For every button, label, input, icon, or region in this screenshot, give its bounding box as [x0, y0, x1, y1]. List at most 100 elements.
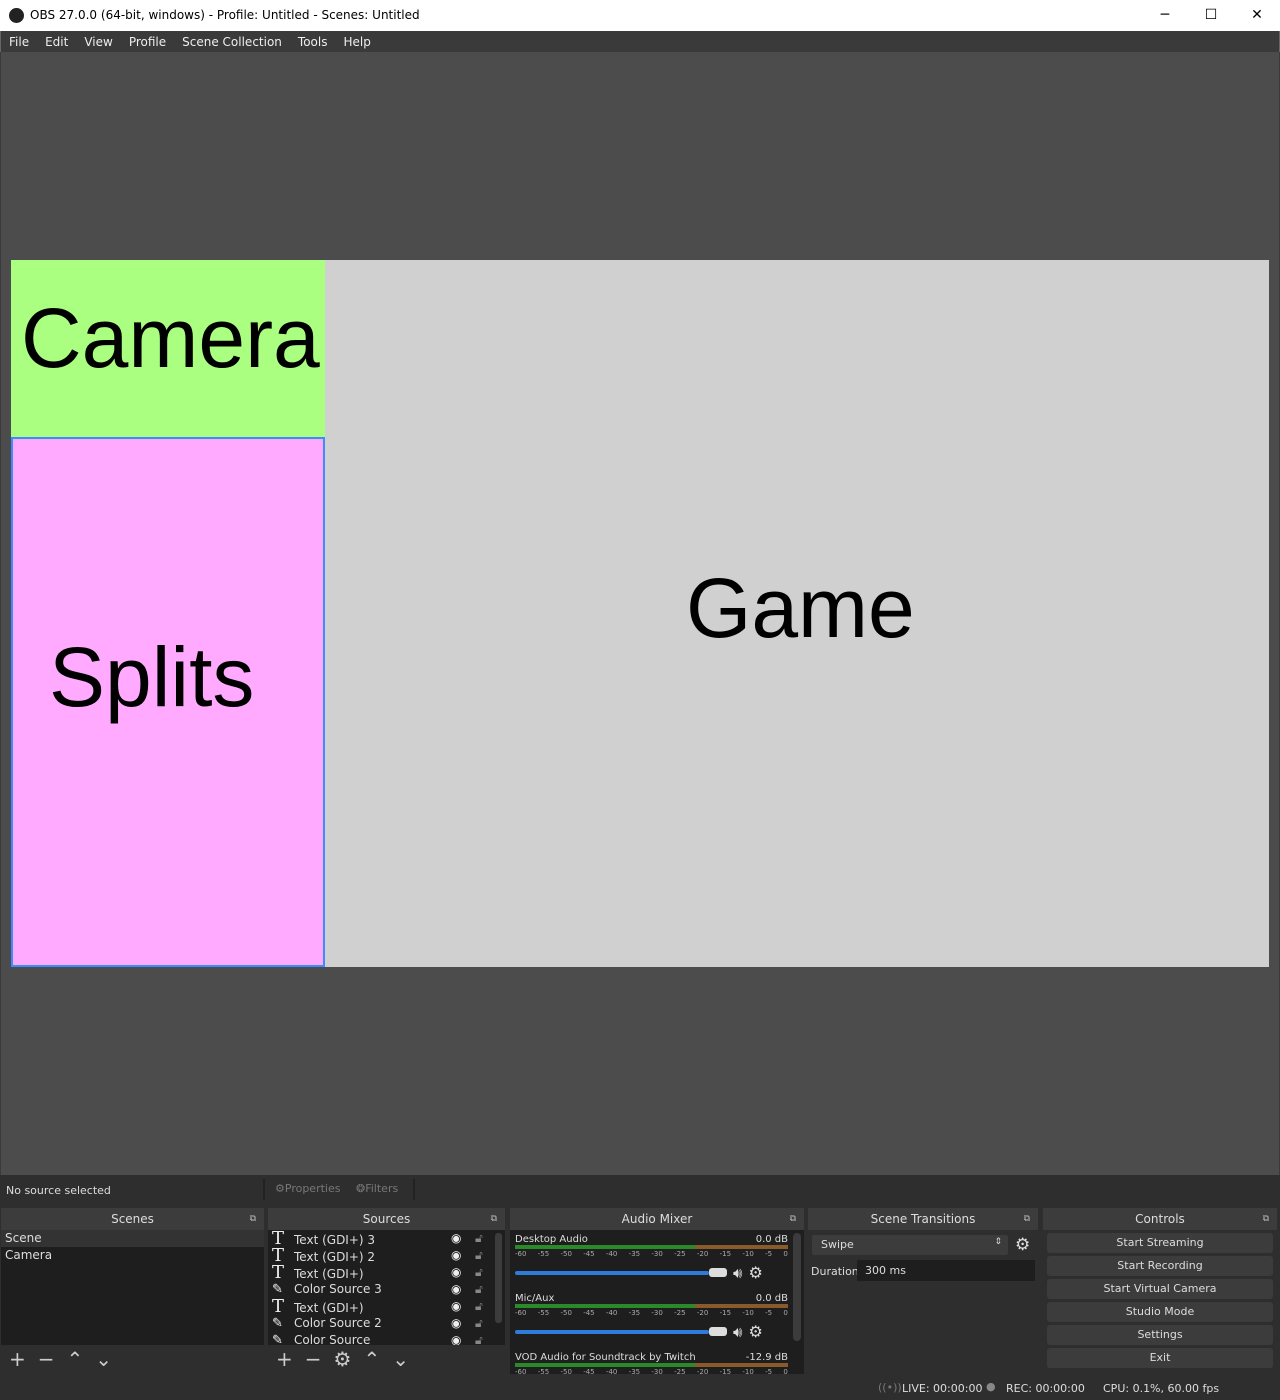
start-recording-button[interactable]: Start Recording	[1047, 1256, 1273, 1276]
remove-scene-button[interactable]: −	[38, 1347, 55, 1371]
maximize-button[interactable]: ☐	[1188, 4, 1234, 26]
transition-settings-button[interactable]: ⚙	[1015, 1235, 1030, 1255]
lock-icon[interactable]: 🔓︎	[475, 1230, 483, 1247]
undock-icon[interactable]: ⧉	[250, 1208, 256, 1230]
source-item[interactable]: ✎ Color Source 3 ◉ 🔓︎	[268, 1281, 505, 1298]
properties-button[interactable]: ⚙Properties	[275, 1182, 340, 1195]
lock-icon[interactable]: 🔓︎	[475, 1247, 483, 1264]
move-up-button[interactable]: ⌃	[67, 1347, 84, 1371]
meter-tick: -5	[765, 1368, 773, 1374]
start-virtual-camera-button[interactable]: Start Virtual Camera	[1047, 1279, 1273, 1299]
source-item[interactable]: T Text (GDI+) ◉ 🔓︎	[268, 1264, 505, 1282]
camera-source[interactable]: Camera	[11, 260, 325, 437]
source-status: No source selected	[6, 1184, 111, 1197]
gear-icon[interactable]: ⚙	[748, 1322, 762, 1341]
eye-icon[interactable]: ◉	[451, 1298, 461, 1315]
volume-slider[interactable]	[515, 1327, 727, 1336]
source-item[interactable]: T Text (GDI+) 3 ◉ 🔓︎	[268, 1230, 505, 1248]
eye-icon[interactable]: ◉	[451, 1281, 461, 1298]
meter-tick: -45	[583, 1250, 595, 1258]
add-scene-button[interactable]: +	[9, 1347, 26, 1371]
lock-icon[interactable]: 🔓︎	[475, 1281, 483, 1298]
lock-icon[interactable]: 🔓︎	[475, 1315, 483, 1332]
volume-slider-handle[interactable]	[709, 1327, 727, 1336]
meter-tick: -50	[560, 1368, 572, 1374]
meter-tick: -50	[560, 1250, 572, 1258]
menu-file[interactable]: File	[1, 31, 37, 49]
controls-title: Controls	[1135, 1212, 1185, 1226]
obs-logo-icon	[9, 8, 24, 23]
audio-mixer-title: Audio Mixer	[621, 1212, 693, 1226]
source-item[interactable]: T Text (GDI+) ◉ 🔓︎	[268, 1298, 505, 1316]
source-item[interactable]: T Text (GDI+) 2 ◉ 🔓︎	[268, 1247, 505, 1265]
minimize-button[interactable]: ─	[1142, 4, 1188, 26]
menu-edit[interactable]: Edit	[37, 31, 76, 49]
source-item[interactable]: ✎ Color Source ◉ 🔓︎	[268, 1332, 505, 1345]
add-source-button[interactable]: +	[276, 1347, 293, 1371]
eye-icon[interactable]: ◉	[451, 1332, 461, 1345]
meter-tick: -25	[674, 1250, 686, 1258]
undock-icon[interactable]: ⧉	[790, 1208, 796, 1230]
studio-mode-button[interactable]: Studio Mode	[1047, 1302, 1273, 1322]
undock-icon[interactable]: ⧉	[1263, 1208, 1269, 1230]
channel-level: 0.0 dB	[755, 1234, 788, 1245]
menu-profile[interactable]: Profile	[121, 31, 174, 49]
scrollbar[interactable]	[793, 1233, 801, 1341]
menu-view[interactable]: View	[76, 31, 120, 49]
filters-button[interactable]: ❂Filters	[356, 1182, 398, 1195]
move-down-button[interactable]: ⌄	[392, 1347, 409, 1371]
scene-item[interactable]: Camera	[1, 1247, 264, 1264]
meter-tick: -10	[742, 1309, 754, 1317]
gear-icon[interactable]: ⚙	[748, 1263, 762, 1282]
channel-name: Mic/Aux	[515, 1293, 555, 1304]
transition-select[interactable]: Swipe ⇕	[812, 1235, 1008, 1255]
splits-source[interactable]: Splits	[11, 437, 325, 967]
preview-canvas[interactable]: Camera Splits Game	[11, 260, 1269, 967]
updown-icon: ⇕	[994, 1237, 1002, 1247]
move-down-button[interactable]: ⌄	[95, 1347, 112, 1371]
meter-tick: -25	[674, 1368, 686, 1374]
eye-icon[interactable]: ◉	[451, 1230, 461, 1247]
menu-tools[interactable]: Tools	[290, 31, 336, 49]
start-streaming-button[interactable]: Start Streaming	[1047, 1233, 1273, 1253]
eye-icon[interactable]: ◉	[451, 1264, 461, 1281]
remove-source-button[interactable]: −	[305, 1347, 322, 1371]
duration-label: Duration	[811, 1265, 859, 1278]
meter-tick: -60	[515, 1250, 527, 1258]
meter-tick: -10	[742, 1368, 754, 1374]
volume-slider-handle[interactable]	[709, 1268, 727, 1277]
source-properties-button[interactable]: ⚙	[334, 1347, 352, 1371]
scene-item[interactable]: Scene	[1, 1230, 264, 1247]
menu-scene-collection[interactable]: Scene Collection	[174, 31, 290, 49]
move-up-button[interactable]: ⌃	[363, 1347, 380, 1371]
undock-icon[interactable]: ⧉	[1024, 1208, 1030, 1230]
source-item[interactable]: ✎ Color Source 2 ◉ 🔓︎	[268, 1315, 505, 1332]
meter-tick: -25	[674, 1309, 686, 1317]
eye-icon[interactable]: ◉	[451, 1247, 461, 1264]
undock-icon[interactable]: ⧉	[491, 1208, 497, 1230]
scrollbar[interactable]	[495, 1233, 502, 1323]
meter-tick: -40	[605, 1309, 618, 1317]
meter-tick: -15	[719, 1368, 732, 1374]
lock-icon[interactable]: 🔓︎	[475, 1332, 483, 1345]
volume-meter	[515, 1363, 788, 1367]
speaker-icon[interactable]: 🔊︎	[733, 1264, 742, 1282]
meter-tick: -30	[651, 1368, 663, 1374]
settings-button[interactable]: Settings	[1047, 1325, 1273, 1345]
duration-input[interactable]: 300 ms	[857, 1260, 1035, 1281]
meter-tick: -30	[651, 1250, 663, 1258]
cpu-status: CPU: 0.1%, 60.00 fps	[1103, 1382, 1220, 1395]
lock-icon[interactable]: 🔓︎	[475, 1298, 483, 1315]
gear-icon: ⚙	[275, 1182, 285, 1195]
eye-icon[interactable]: ◉	[451, 1315, 461, 1332]
meter-tick: -35	[628, 1250, 641, 1258]
close-button[interactable]: ✕	[1234, 4, 1280, 26]
dock-area: No source selected ⚙Properties ❂Filters …	[0, 1175, 1280, 1400]
meter-tick: -5	[765, 1250, 773, 1258]
exit-button[interactable]: Exit	[1047, 1348, 1273, 1368]
lock-icon[interactable]: 🔓︎	[475, 1264, 483, 1281]
live-status: LIVE: 00:00:00	[902, 1382, 983, 1395]
menu-help[interactable]: Help	[335, 31, 378, 49]
speaker-icon[interactable]: 🔊︎	[733, 1323, 742, 1341]
volume-slider[interactable]	[515, 1268, 727, 1277]
